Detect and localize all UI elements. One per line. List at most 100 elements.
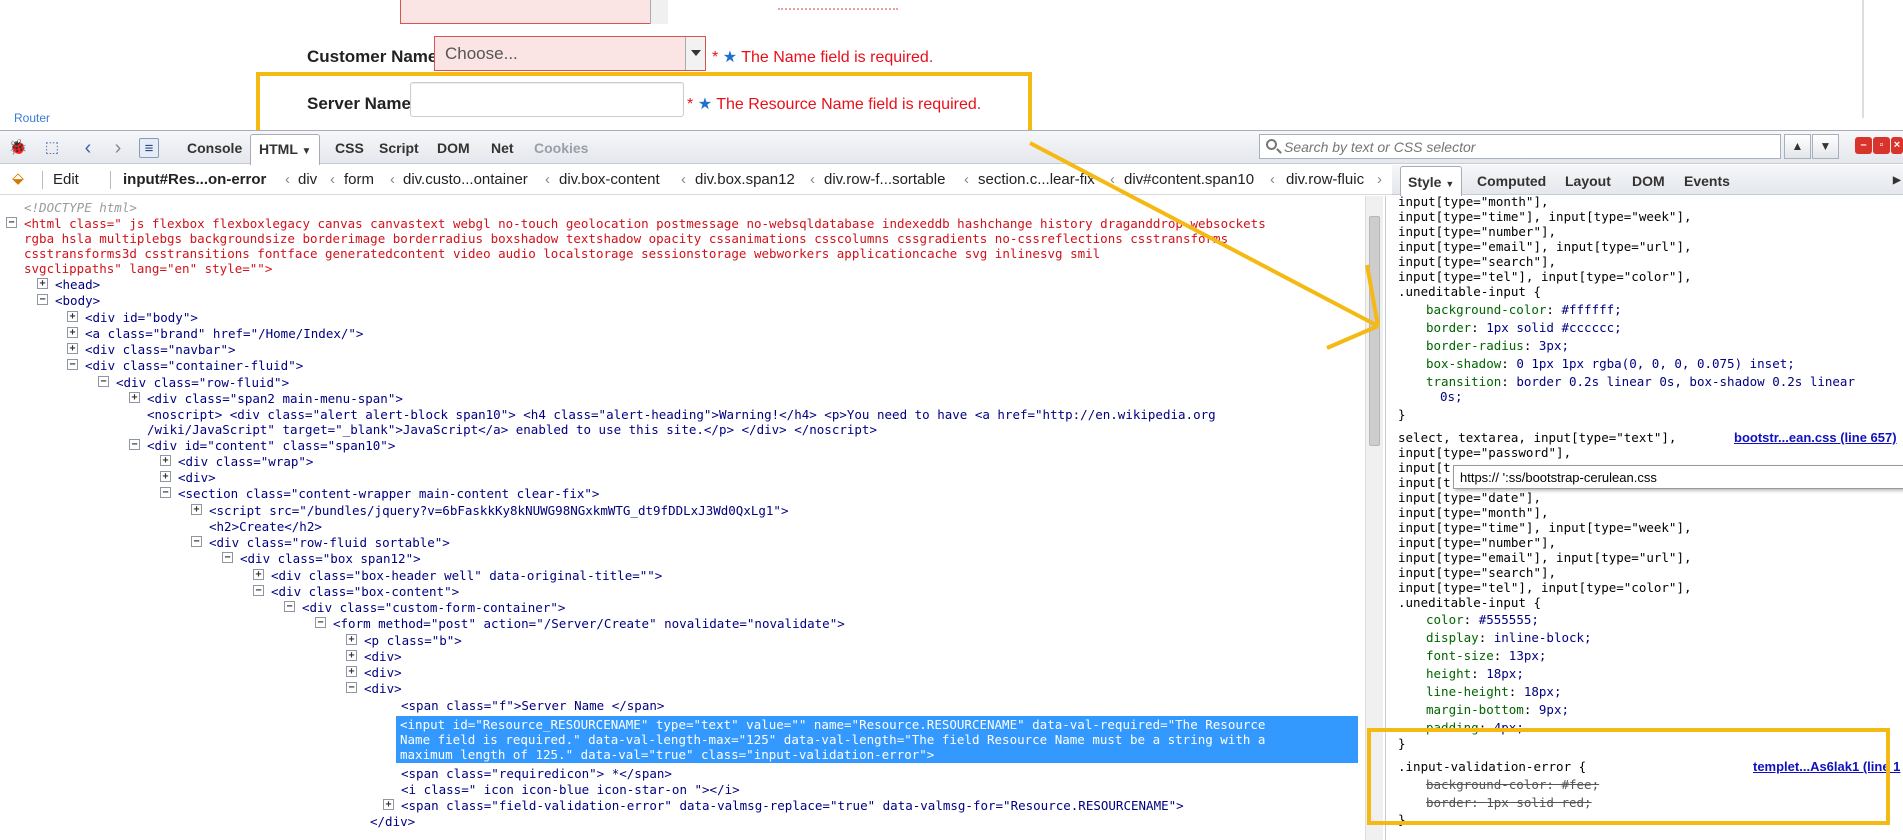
tree-node[interactable]: <div class="box-content">: [271, 584, 459, 599]
chevron-down-icon[interactable]: ▼: [1445, 179, 1454, 189]
breadcrumb-item-9[interactable]: div.row-fluic: [1286, 171, 1364, 188]
tree-node[interactable]: <div id="content" class="span10">: [147, 438, 395, 453]
selected-input-node[interactable]: <input id="Resource_RESOURCENAME" type="…: [396, 716, 1358, 763]
breadcrumb-item-7[interactable]: section.c...lear-fix: [978, 171, 1095, 188]
expand-icon[interactable]: +: [346, 650, 357, 661]
css-property[interactable]: margin-bottom: 9px;: [1426, 702, 1569, 717]
firebug-icon[interactable]: 🐞: [8, 138, 28, 158]
breadcrumb-item-5[interactable]: div.box.span12: [695, 171, 795, 188]
breadcrumb-item-4[interactable]: div.box-content: [559, 171, 660, 188]
search-next-button[interactable]: ▼: [1812, 134, 1839, 159]
inspect-icon[interactable]: ⬚: [42, 138, 62, 158]
tab-net[interactable]: Net: [491, 140, 514, 156]
tree-node[interactable]: <div>: [364, 649, 402, 664]
collapse-icon[interactable]: −: [6, 217, 17, 228]
tree-node[interactable]: <p class="b">: [364, 633, 462, 648]
tree-node[interactable]: <div>: [178, 470, 216, 485]
tree-node-body[interactable]: <body>: [55, 293, 100, 308]
tab-script[interactable]: Script: [379, 140, 419, 156]
chevron-down-icon[interactable]: ▼: [302, 146, 312, 157]
tree-node[interactable]: <div class="box span12">: [240, 551, 421, 566]
expand-icon[interactable]: +: [253, 569, 264, 580]
tree-node[interactable]: <i class=" icon icon-blue icon-star-on "…: [401, 782, 740, 797]
breadcrumb-more-icon[interactable]: ›: [1377, 171, 1382, 188]
collapse-icon[interactable]: −: [191, 536, 202, 547]
expand-icon[interactable]: +: [191, 504, 202, 515]
expand-icon[interactable]: +: [346, 666, 357, 677]
tree-node[interactable]: <div>: [364, 665, 402, 680]
collapse-icon[interactable]: −: [160, 487, 171, 498]
detach-icon[interactable]: ▫: [1873, 137, 1890, 154]
collapse-icon[interactable]: −: [98, 376, 109, 387]
tree-node[interactable]: <div id="body">: [85, 310, 198, 325]
css-property[interactable]: font-size: 13px;: [1426, 648, 1546, 663]
collapse-icon[interactable]: −: [37, 294, 48, 305]
breadcrumb-item-3[interactable]: div.custo...ontainer: [403, 171, 528, 188]
tree-node[interactable]: <h2>Create</h2>: [209, 519, 322, 534]
css-source-link[interactable]: bootstr...ean.css (line 657): [1734, 430, 1897, 445]
breadcrumb-item-0[interactable]: input#Res...on-error: [123, 171, 266, 188]
tree-node[interactable]: <div class="row-fluid sortable">: [209, 535, 450, 550]
previous-field-partial[interactable]: [400, 0, 668, 24]
tab-events[interactable]: Events: [1684, 173, 1730, 189]
collapse-icon[interactable]: −: [253, 585, 264, 596]
close-icon[interactable]: ×: [1891, 137, 1903, 154]
firebug-small-icon[interactable]: ⬙: [8, 169, 28, 189]
expand-icon[interactable]: +: [160, 471, 171, 482]
search-box[interactable]: [1259, 134, 1781, 159]
collapse-icon[interactable]: −: [315, 617, 326, 628]
expand-icon[interactable]: +: [37, 278, 48, 289]
expand-icon[interactable]: +: [346, 634, 357, 645]
collapse-icon[interactable]: −: [129, 439, 140, 450]
css-property[interactable]: color: #555555;: [1426, 612, 1539, 627]
tab-html[interactable]: HTML ▼: [250, 134, 321, 166]
tab-console[interactable]: Console: [187, 140, 242, 156]
expand-icon[interactable]: +: [67, 311, 78, 322]
collapse-icon[interactable]: −: [67, 359, 78, 370]
css-property[interactable]: height: 18px;: [1426, 666, 1524, 681]
back-arrow-icon[interactable]: ‹: [78, 138, 98, 158]
tree-node[interactable]: <a class="brand" href="/Home/Index/">: [85, 326, 363, 341]
customer-name-select[interactable]: Choose...: [434, 36, 706, 71]
tab-css[interactable]: CSS: [335, 140, 364, 156]
tree-node[interactable]: <span class="requiredicon"> *</span>: [401, 766, 672, 781]
minimize-icon[interactable]: –: [1855, 137, 1872, 154]
expand-icon[interactable]: +: [67, 327, 78, 338]
css-property[interactable]: border-radius: 3px;: [1426, 338, 1569, 353]
tab-side-dom[interactable]: DOM: [1632, 173, 1665, 189]
expand-icon[interactable]: +: [129, 392, 140, 403]
breadcrumb-item-8[interactable]: div#content.span10: [1124, 171, 1254, 188]
tree-node[interactable]: <div class="custom-form-container">: [302, 600, 565, 615]
tree-node[interactable]: <div class="box-header well" data-origin…: [271, 568, 662, 583]
tree-node[interactable]: <span class="f">Server Name </span>: [401, 698, 664, 713]
tree-node[interactable]: <span class="field-validation-error" dat…: [401, 798, 1184, 813]
collapse-icon[interactable]: −: [222, 552, 233, 563]
tree-node[interactable]: <script src="/bundles/jquery?v=6bFaskkKy…: [209, 503, 788, 518]
router-link-partial[interactable]: Router: [14, 111, 50, 123]
tree-node[interactable]: <div>: [364, 681, 402, 696]
css-property[interactable]: transition: border 0.2s linear 0s, box-s…: [1426, 374, 1855, 389]
chevron-down-icon[interactable]: [685, 37, 705, 70]
breadcrumb-item-6[interactable]: div.row-f...sortable: [824, 171, 945, 188]
tab-layout[interactable]: Layout: [1565, 173, 1611, 189]
tree-node[interactable]: <div class="span2 main-menu-span">: [147, 391, 403, 406]
search-input[interactable]: [1284, 137, 1774, 156]
command-line-icon[interactable]: ≡: [139, 138, 159, 158]
breadcrumb-item-2[interactable]: form: [344, 171, 374, 188]
collapse-icon[interactable]: −: [284, 601, 295, 612]
tree-node[interactable]: <div class="row-fluid">: [116, 375, 289, 390]
previous-field-arrow[interactable]: [650, 0, 668, 24]
scrollbar-thumb[interactable]: [1369, 216, 1380, 446]
tab-style[interactable]: Style ▼: [1400, 166, 1463, 196]
forward-arrow-icon[interactable]: ›: [108, 138, 128, 158]
css-property[interactable]: box-shadow: 0 1px 1px rgba(0, 0, 0, 0.07…: [1426, 356, 1795, 371]
tree-node[interactable]: <noscript> <div class="alert alert-block…: [147, 407, 1216, 422]
tree-node[interactable]: <form method="post" action="/Server/Crea…: [333, 616, 845, 631]
tree-node[interactable]: <div class="navbar">: [85, 342, 236, 357]
tab-cookies[interactable]: Cookies: [534, 140, 588, 156]
search-prev-button[interactable]: ▲: [1784, 134, 1811, 159]
collapse-icon[interactable]: −: [346, 682, 357, 693]
expand-icon[interactable]: +: [67, 343, 78, 354]
side-tabs-more-icon[interactable]: ▶: [1893, 175, 1901, 186]
css-property[interactable]: background-color: #ffffff;: [1426, 302, 1622, 317]
